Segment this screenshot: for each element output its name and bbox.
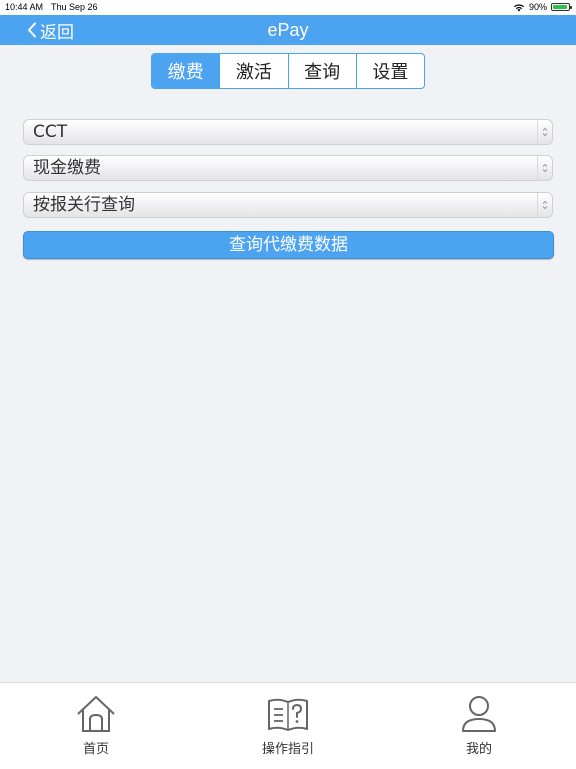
profile-icon	[462, 696, 496, 732]
query-mode-value: 按报关行查询	[33, 195, 135, 215]
status-bar: 10:44 AM Thu Sep 26 90%	[0, 0, 576, 15]
customs-broker-value: CCT	[33, 122, 68, 142]
select-arrow-icon	[537, 156, 552, 180]
segment-activate[interactable]: 激活	[219, 54, 287, 88]
tab-profile[interactable]: 我的	[429, 695, 529, 757]
home-icon	[77, 696, 115, 732]
select-arrow-icon	[537, 193, 552, 217]
battery-icon	[551, 3, 572, 11]
payment-method-value: 现金缴费	[33, 158, 101, 178]
bottom-tab-bar: 首页 操作指引 我的	[0, 682, 576, 769]
tab-home-label: 首页	[82, 742, 109, 757]
page-title: ePay	[267, 20, 309, 40]
status-time: 10:44 AM	[5, 2, 44, 12]
tab-home[interactable]: 首页	[46, 695, 146, 757]
segment-query[interactable]: 查询	[287, 54, 356, 88]
wifi-icon	[513, 3, 524, 11]
segment-settings[interactable]: 设置	[355, 54, 424, 88]
status-date: Thu Sep 26	[51, 2, 98, 12]
select-arrow-icon	[537, 120, 552, 144]
tab-guide-label: 操作指引	[261, 742, 314, 757]
tab-guide[interactable]: 操作指引	[238, 695, 338, 757]
segmented-control: 缴费 激活 查询 设置	[151, 53, 425, 89]
segment-pay[interactable]: 缴费	[152, 54, 220, 88]
tab-profile-label: 我的	[465, 742, 492, 757]
query-submit-button[interactable]: 查询代缴费数据	[23, 231, 554, 259]
guide-book-icon	[268, 698, 308, 731]
battery-fill	[553, 5, 567, 9]
battery-percent: 90%	[528, 2, 547, 12]
nav-bar: 返回 ePay	[0, 15, 576, 45]
customs-broker-select[interactable]: CCT	[23, 119, 553, 145]
payment-method-select[interactable]: 现金缴费	[23, 155, 553, 181]
status-right: 90%	[513, 2, 572, 12]
query-mode-select[interactable]: 按报关行查询	[23, 192, 553, 218]
